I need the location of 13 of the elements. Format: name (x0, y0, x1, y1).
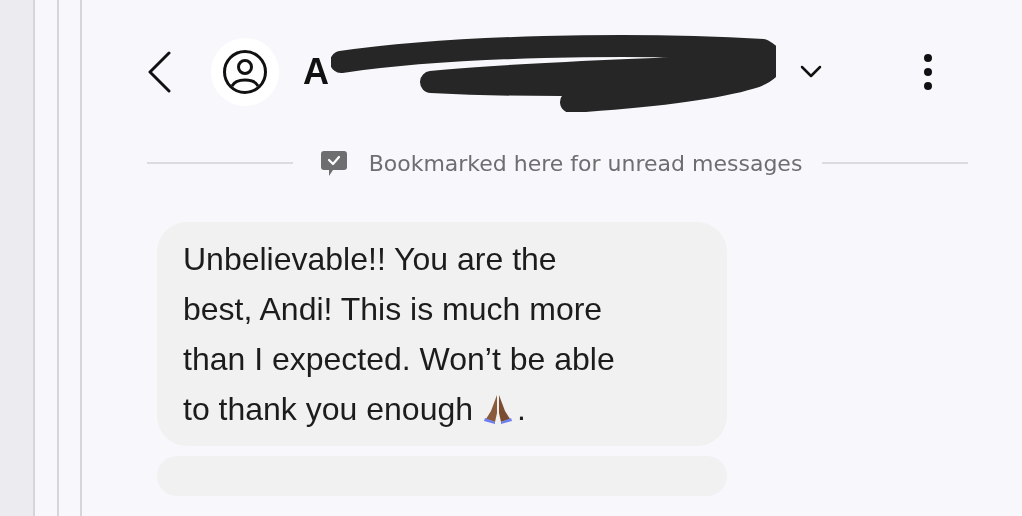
message-text-line: than I expected. Won’t be able (183, 340, 615, 379)
back-button[interactable] (147, 51, 171, 93)
message-period: . (517, 390, 526, 429)
more-options-button[interactable] (923, 53, 933, 91)
contact-name[interactable]: A (303, 51, 329, 93)
person-icon (222, 49, 268, 95)
dropdown-button[interactable] (800, 65, 822, 79)
folded-hands-icon (483, 393, 513, 425)
bookmark-message-icon (318, 148, 349, 178)
message-text-line: to thank you enough (183, 390, 473, 429)
message-text-line: Unbelievable!! You are the (183, 240, 557, 279)
unread-bookmark-notice: Bookmarked here for unread messages (368, 150, 803, 176)
message-text-line: best, Andi! This is much more (183, 290, 603, 329)
